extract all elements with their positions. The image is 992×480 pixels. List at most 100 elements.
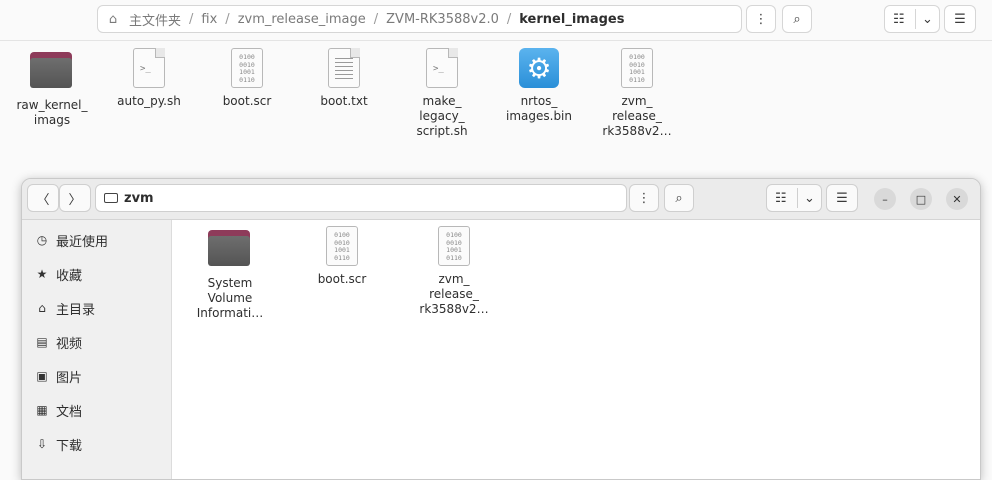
file-item[interactable]: boot.txt [304, 48, 384, 109]
file-name: raw_kernel_ imags [16, 98, 88, 127]
search-button[interactable]: ⌕ [664, 184, 694, 212]
sidebar-item-label: 主目录 [56, 302, 96, 318]
sidebar-item-label: 图片 [56, 370, 83, 386]
location-bar[interactable]: zvm [95, 184, 627, 212]
folder-icon [208, 230, 250, 266]
sidebar: ◷ 最近使用 ★ 收藏 ⌂ 主目录 ▤ 视频 ▣ 图片 ▦ 文档 ⇩ 下载 [22, 220, 172, 479]
file-name: nrtos_ images.bin [506, 94, 572, 123]
binary-file-icon: 0100 0010 1001 0110 [438, 226, 470, 266]
sidebar-item-starred[interactable]: ★ 收藏 [34, 264, 82, 284]
file-name: make_ legacy_ script.sh [416, 94, 468, 138]
location-label: zvm [124, 190, 154, 206]
bg-path-bar[interactable]: ⌂ 主文件夹 / fix / zvm_release_image / ZVM-R… [97, 5, 742, 33]
search-icon: ⌕ [793, 11, 801, 27]
chevron-down-icon: ⌄ [922, 11, 933, 27]
file-name: auto_py.sh [117, 94, 181, 108]
minimize-button[interactable]: – [874, 188, 896, 210]
drive-icon [104, 193, 118, 203]
star-icon: ★ [36, 267, 48, 281]
file-item[interactable]: >_ auto_py.sh [109, 48, 189, 109]
sidebar-item-downloads[interactable]: ⇩ 下载 [34, 434, 82, 454]
divider [915, 9, 916, 29]
zvm-header-bar: 〈 〉 zvm ⋮ ⌕ ☷ ⌄ ☰ – □ ✕ [22, 179, 980, 220]
list-view-icon: ☷ [893, 11, 905, 27]
document-icon: ▦ [36, 403, 48, 417]
file-item[interactable]: raw_kernel_ imags [12, 48, 92, 128]
file-name: boot.scr [317, 272, 367, 286]
sidebar-item-videos[interactable]: ▤ 视频 [34, 332, 82, 352]
folder-icon [30, 52, 72, 88]
binary-file-icon: 0100 0010 1001 0110 [231, 48, 263, 88]
file-grid: System Volume Informati… 0100 0010 1001 … [172, 220, 980, 479]
sidebar-item-documents[interactable]: ▦ 文档 [34, 400, 82, 420]
vertical-dots-icon: ⋮ [637, 190, 651, 206]
file-name: zvm_ release_ rk3588v2… [602, 94, 672, 138]
search-icon: ⌕ [675, 190, 683, 206]
file-item[interactable]: 0100 0010 1001 0110 zvm_ release_ rk3588… [597, 48, 677, 139]
bg-file-grid: raw_kernel_ imags >_ auto_py.sh 0100 001… [0, 44, 992, 174]
back-button[interactable]: 〈 [27, 184, 59, 212]
image-icon: ▣ [36, 369, 48, 383]
film-icon: ▤ [36, 335, 48, 349]
maximize-icon: □ [915, 192, 927, 206]
divider [797, 188, 798, 208]
file-name: System Volume Informati… [196, 276, 264, 320]
binary-file-icon: 0100 0010 1001 0110 [621, 48, 653, 88]
list-view-icon: ☷ [775, 190, 787, 206]
bg-path-menu-button[interactable]: ⋮ [746, 5, 776, 33]
sidebar-item-label: 收藏 [56, 268, 83, 284]
gear-icon: ⚙ [519, 48, 559, 88]
binary-file-icon: 0100 0010 1001 0110 [326, 226, 358, 266]
zvm-window: 〈 〉 zvm ⋮ ⌕ ☷ ⌄ ☰ – □ ✕ ◷ 最近使用 ★ 收藏 ⌂ 主目录 ▤… [21, 178, 981, 480]
chevron-down-icon: ⌄ [804, 190, 815, 206]
main-menu-button[interactable]: ☰ [826, 184, 858, 212]
breadcrumb-separator: / [225, 11, 230, 27]
sidebar-item-recent[interactable]: ◷ 最近使用 [34, 230, 108, 250]
breadcrumb-kernel-images[interactable]: kernel_images [516, 12, 627, 27]
home-icon: ⌂ [108, 11, 118, 27]
sidebar-item-home[interactable]: ⌂ 主目录 [34, 298, 95, 318]
file-item[interactable]: ⚙ nrtos_ images.bin [499, 48, 579, 124]
breadcrumb-zvm-rk3588[interactable]: ZVM-RK3588v2.0 [383, 12, 502, 27]
bg-view-toggle-button[interactable]: ☷ ⌄ [884, 5, 940, 33]
clock-icon: ◷ [36, 233, 48, 247]
close-icon: ✕ [952, 192, 962, 206]
hamburger-icon: ☰ [954, 11, 966, 27]
location-menu-button[interactable]: ⋮ [629, 184, 659, 212]
sidebar-item-label: 视频 [56, 336, 83, 352]
chevron-left-icon: 〈 [36, 192, 50, 208]
view-toggle-button[interactable]: ☷ ⌄ [766, 184, 822, 212]
file-item[interactable]: >_ make_ legacy_ script.sh [402, 48, 482, 139]
file-name: boot.scr [222, 94, 272, 108]
bg-header-bar: ⌂ 主文件夹 / fix / zvm_release_image / ZVM-R… [0, 0, 992, 41]
hamburger-icon: ☰ [836, 190, 848, 206]
close-button[interactable]: ✕ [946, 188, 968, 210]
file-item[interactable]: 0100 0010 1001 0110 zvm_ release_ rk3588… [414, 226, 494, 317]
forward-button[interactable]: 〉 [59, 184, 91, 212]
maximize-button[interactable]: □ [910, 188, 932, 210]
vertical-dots-icon: ⋮ [754, 11, 768, 27]
breadcrumb-home[interactable]: 主文件夹 [126, 10, 184, 29]
minimize-icon: – [882, 192, 888, 206]
download-icon: ⇩ [36, 437, 48, 451]
breadcrumb-zvm-release-image[interactable]: zvm_release_image [235, 12, 369, 27]
sidebar-item-label: 文档 [56, 404, 83, 420]
breadcrumb-separator: / [506, 11, 512, 27]
sidebar-item-label: 最近使用 [56, 234, 109, 250]
file-item[interactable]: 0100 0010 1001 0110 boot.scr [207, 48, 287, 109]
file-name: zvm_ release_ rk3588v2… [419, 272, 489, 316]
file-name: boot.txt [320, 94, 368, 108]
text-file-icon [328, 48, 360, 88]
script-file-icon: >_ [133, 48, 165, 88]
sidebar-item-label: 下载 [56, 438, 83, 454]
breadcrumb-fix[interactable]: fix [198, 12, 220, 27]
bg-main-menu-button[interactable]: ☰ [944, 5, 976, 33]
bg-search-button[interactable]: ⌕ [782, 5, 812, 33]
script-file-icon: >_ [426, 48, 458, 88]
home-icon: ⌂ [38, 301, 46, 315]
sidebar-item-pictures[interactable]: ▣ 图片 [34, 366, 82, 386]
file-item[interactable]: System Volume Informati… [190, 226, 270, 321]
chevron-right-icon: 〉 [68, 192, 82, 208]
breadcrumb-separator: / [373, 11, 379, 27]
file-item[interactable]: 0100 0010 1001 0110 boot.scr [302, 226, 382, 287]
